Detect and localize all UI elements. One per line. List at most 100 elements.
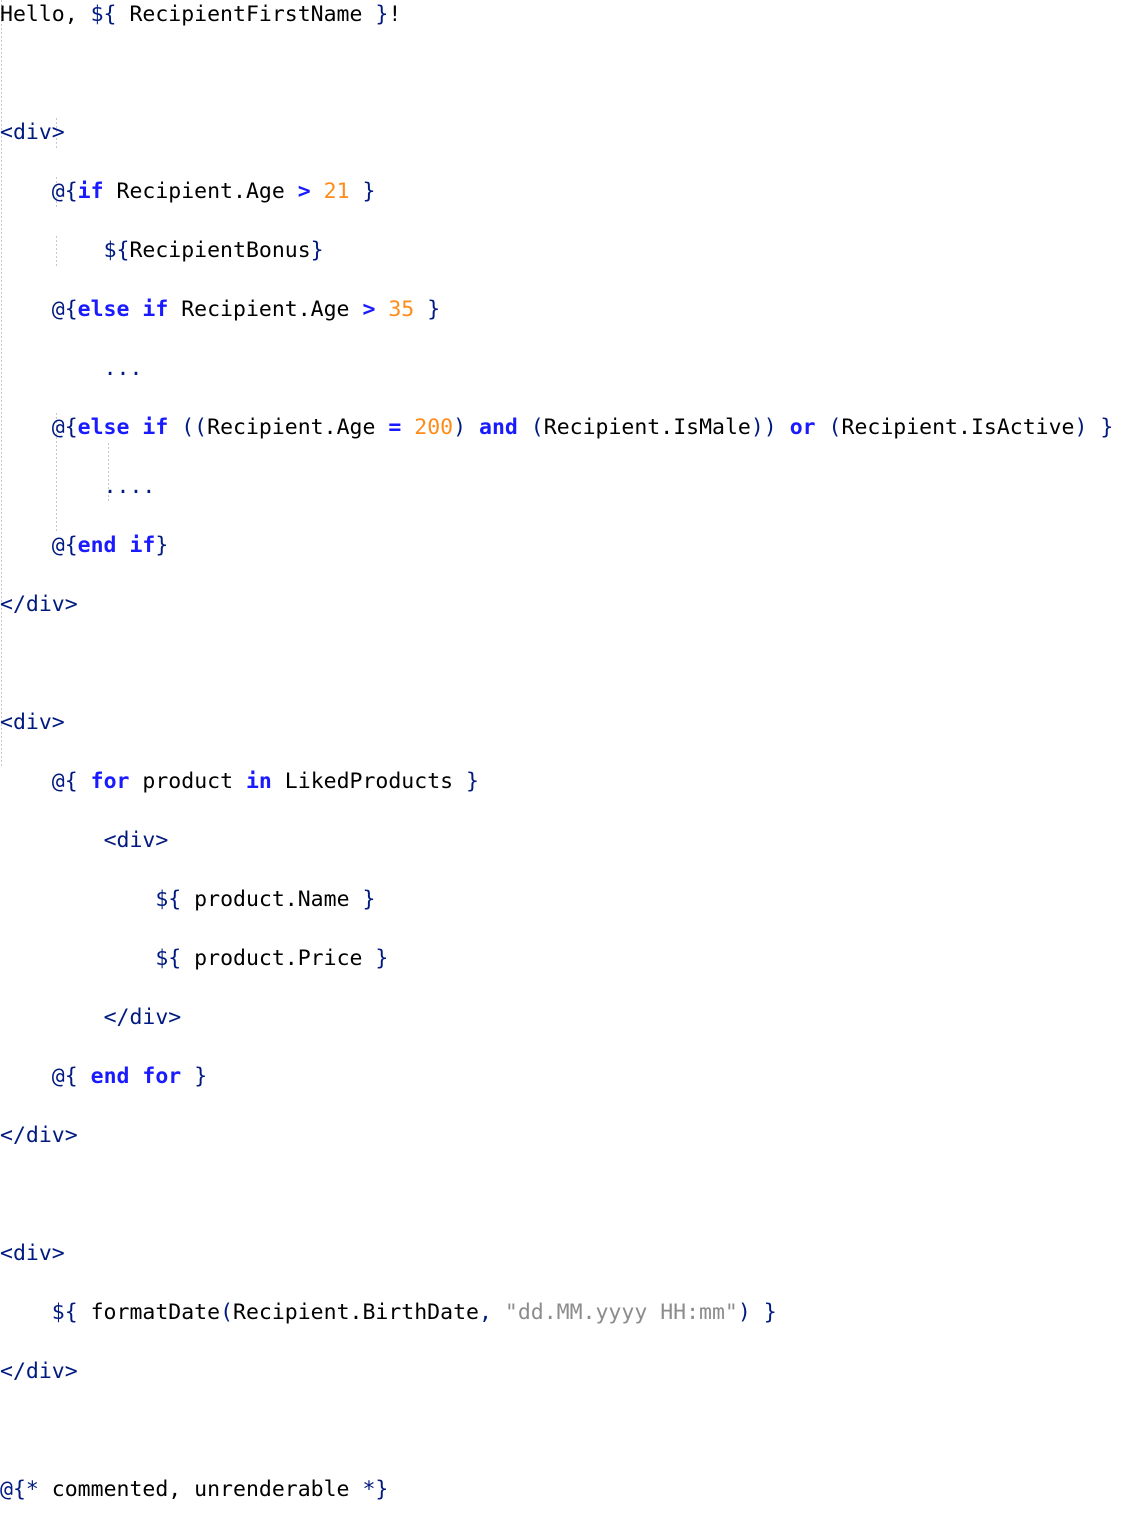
code-token-tag: <div> [0,1241,65,1266]
code-line: </div> [0,1357,1138,1387]
code-line: <div> [0,1239,1138,1269]
code-token-keyword: else if [77,297,169,322]
code-token-delim: (( [181,415,208,440]
code-token-delim: } [362,179,376,204]
code-token-keyword: end if [77,533,156,558]
code-line: ​ [0,1416,1138,1446]
code-token-delim: ( [220,1300,234,1325]
code-line: @{end if} [0,531,1138,561]
code-token-keyword: and [479,415,518,440]
code-token-operator: = [388,415,402,440]
code-token-delim: ${ [90,2,117,27]
code-token-delim: } [310,238,324,263]
code-token-tag: </div> [0,1123,78,1148]
code-token-delim: @{ [51,297,78,322]
code-editor-surface[interactable]: Hello, ${ RecipientFirstName }! ​ <div> … [0,0,1138,1502]
code-token-tag: <div> [103,828,169,853]
code-token-plain: Recipient.Age [168,297,363,322]
code-line: ${ formatDate(Recipient.BirthDate, "dd.M… [0,1298,1138,1328]
code-line: .... [0,472,1138,502]
code-token-plain: product.Price [181,946,376,971]
code-token-plain: ! [388,2,402,27]
code-line: @{ end for } [0,1062,1138,1092]
code-token-delim: } [194,1064,208,1089]
code-token-plain: Recipient.IsActive [841,415,1075,440]
code-token-delim: @{* [0,1477,39,1502]
code-token-dots: .... [103,474,156,499]
code-token-delim: *} [362,1477,389,1502]
code-token-plain: LikedProducts [271,769,467,794]
code-token-operator: > [297,179,311,204]
code-line: ​ [0,1180,1138,1210]
code-line: ${RecipientBonus} [0,236,1138,266]
code-token-keyword: if [77,179,104,204]
code-token-delim: )) [750,415,777,440]
code-token-delim: ) [453,415,467,440]
code-token-keyword: else if [77,415,169,440]
code-token-delim: @{ [51,1064,78,1089]
code-token-plain: product [129,769,246,794]
code-block[interactable]: Hello, ${ RecipientFirstName }! ​ <div> … [0,0,1138,1534]
code-token-keyword: or [789,415,816,440]
code-token-plain: Recipient.BirthDate [233,1300,479,1325]
code-token-plain: RecipientFirstName [116,2,376,27]
code-token-delim: } [375,2,389,27]
code-token-plain: RecipientBonus [129,238,311,263]
code-token-delim: } [427,297,441,322]
code-token-tag: </div> [0,592,78,617]
code-line: ${ product.Price } [0,944,1138,974]
code-token-number: 35 [388,297,415,322]
code-token-delim: , [478,1300,492,1325]
code-token-delim: ${ [103,238,130,263]
code-token-number: 200 [414,415,454,440]
code-token-tag: </div> [103,1005,182,1030]
code-line: <div> [0,826,1138,856]
code-token-delim: @{ [51,533,78,558]
code-token-delim: } [763,1300,777,1325]
code-token-keyword: for [90,769,130,794]
code-line: ${ product.Name } [0,885,1138,915]
code-token-delim: ${ [51,1300,78,1325]
code-token-delim: @{ [51,179,78,204]
code-token-plain: Recipient.Age [103,179,298,204]
code-line: </div> [0,1121,1138,1151]
code-token-tag: <div> [0,710,65,735]
code-token-delim: ) [1074,415,1088,440]
code-token-string: "dd.MM.yyyy HH:mm" [504,1300,738,1325]
code-line: ... [0,354,1138,384]
code-token-delim: @{ [51,415,78,440]
code-token-tag: </div> [0,1359,78,1384]
code-line: <div> [0,118,1138,148]
code-line: <div> [0,708,1138,738]
code-token-delim: } [375,946,389,971]
code-token-delim: } [155,533,169,558]
code-token-comment: commented, unrenderable [38,1477,363,1502]
code-token-plain: Recipient.Age [207,415,389,440]
code-token-keyword: in [245,769,272,794]
code-line: ​ [0,649,1138,679]
code-token-plain: formatDate [77,1300,221,1325]
code-token-operator: > [362,297,376,322]
code-line: </div> [0,1003,1138,1033]
code-line: @{else if Recipient.Age > 35 } [0,295,1138,325]
